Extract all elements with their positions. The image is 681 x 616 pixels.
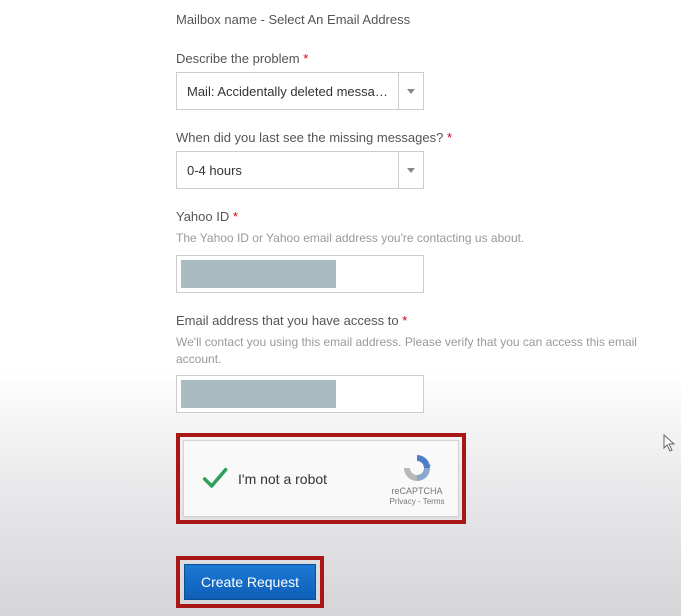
helper-yahoo-id: The Yahoo ID or Yahoo email address you'… [176,230,640,247]
label-last-seen: When did you last see the missing messag… [176,130,640,145]
privacy-link[interactable]: Privacy [390,497,416,506]
recaptcha-widget[interactable]: I'm not a robot reCAPTCHA Privacy - Term… [183,440,459,517]
label-text: Email address that you have access to [176,313,399,328]
chevron-down-icon [407,168,415,173]
submit-highlight: Create Request [176,556,324,608]
label-describe-problem: Describe the problem * [176,51,640,66]
label-access-email: Email address that you have access to * [176,313,640,328]
required-asterisk: * [402,313,407,328]
redacted-value [181,260,336,288]
captcha-brand-text: reCAPTCHA [384,486,450,496]
redacted-value [181,380,336,408]
field-access-email: Email address that you have access to * … [176,313,640,414]
create-request-button[interactable]: Create Request [184,564,316,600]
field-yahoo-id: Yahoo ID * The Yahoo ID or Yahoo email a… [176,209,640,293]
captcha-highlight: I'm not a robot reCAPTCHA Privacy - Term… [176,433,466,524]
select-last-seen[interactable]: 0-4 hours [176,151,424,189]
helper-access-email: We'll contact you using this email addre… [176,334,640,368]
captcha-branding: reCAPTCHA Privacy - Terms [384,452,450,506]
recaptcha-logo-icon [401,452,433,484]
page-title: Mailbox name - Select An Email Address [176,12,640,27]
label-text: Describe the problem [176,51,300,66]
required-asterisk: * [447,130,452,145]
input-access-email[interactable] [176,375,424,413]
terms-link[interactable]: Terms [423,497,445,506]
button-label: Create Request [201,574,299,590]
captcha-label: I'm not a robot [238,471,384,487]
input-yahoo-id[interactable] [176,255,424,293]
select-value: 0-4 hours [176,151,398,189]
field-describe-problem: Describe the problem * Mail: Accidentall… [176,51,640,110]
label-yahoo-id: Yahoo ID * [176,209,640,224]
captcha-links: Privacy - Terms [384,497,450,506]
select-arrow-button[interactable] [398,151,424,189]
checkmark-icon [200,465,228,493]
required-asterisk: * [303,51,308,66]
select-value: Mail: Accidentally deleted messa… [176,72,398,110]
field-last-seen: When did you last see the missing messag… [176,130,640,189]
cursor-icon [663,434,677,452]
label-text: Yahoo ID [176,209,229,224]
chevron-down-icon [407,89,415,94]
form-container: Mailbox name - Select An Email Address D… [0,0,640,608]
label-text: When did you last see the missing messag… [176,130,443,145]
required-asterisk: * [233,209,238,224]
select-arrow-button[interactable] [398,72,424,110]
select-describe-problem[interactable]: Mail: Accidentally deleted messa… [176,72,424,110]
